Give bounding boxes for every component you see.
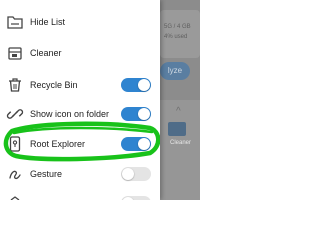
gesture-icon [6, 165, 24, 183]
menu-item-cleaner[interactable]: Cleaner [0, 40, 160, 66]
cleaner-icon [6, 44, 24, 62]
background-text-1: 5G / 4 GB [164, 24, 191, 30]
partial-icon [6, 194, 24, 200]
background-folder-icon [168, 122, 186, 136]
background-text-2: 4% used [164, 34, 188, 40]
menu-label-cleaner: Cleaner [30, 48, 62, 58]
menu-label-recycle-bin: Recycle Bin [30, 80, 78, 90]
background-folder-caption: Cleaner [170, 140, 192, 146]
toggle-knob [138, 138, 150, 150]
menu-label-show-icon-on-folder: Show icon on folder [30, 109, 110, 119]
toggle-knob [122, 168, 134, 180]
menu-item-recycle-bin[interactable]: Recycle Bin [0, 72, 160, 98]
menu-item-gesture[interactable]: Gesture [0, 161, 160, 187]
menu-label-root-explorer: Root Explorer [30, 139, 86, 149]
menu-item-partial[interactable] [0, 190, 160, 200]
screen: 5G / 4 GB 4% used lyze ^ Cleaner Hide Li… [0, 0, 200, 200]
root-explorer-toggle[interactable] [121, 137, 151, 151]
partial-toggle[interactable] [121, 196, 151, 200]
menu-item-show-icon-on-folder[interactable]: Show icon on folder [0, 101, 160, 127]
menu-item-root-explorer[interactable]: Root Explorer [0, 131, 160, 157]
root-phone-icon [6, 135, 24, 153]
toggle-knob [138, 79, 150, 91]
menu-label-gesture: Gesture [30, 169, 63, 179]
recycle-bin-toggle[interactable] [121, 78, 151, 92]
trash-icon [6, 76, 24, 94]
menu-label-hide-list: Hide List [30, 17, 66, 27]
gesture-toggle[interactable] [121, 167, 151, 181]
link-icon [6, 105, 24, 123]
show-icon-on-folder-toggle[interactable] [121, 107, 151, 121]
hidden-folder-icon [6, 13, 24, 31]
navigation-drawer: Hide List Cleaner Recycle Bin Show icon … [0, 0, 160, 200]
menu-item-hide-list[interactable]: Hide List [0, 9, 160, 35]
toggle-knob [138, 108, 150, 120]
background-chevron-icon: ^ [176, 106, 181, 117]
background-analyze-button: lyze [160, 62, 190, 80]
